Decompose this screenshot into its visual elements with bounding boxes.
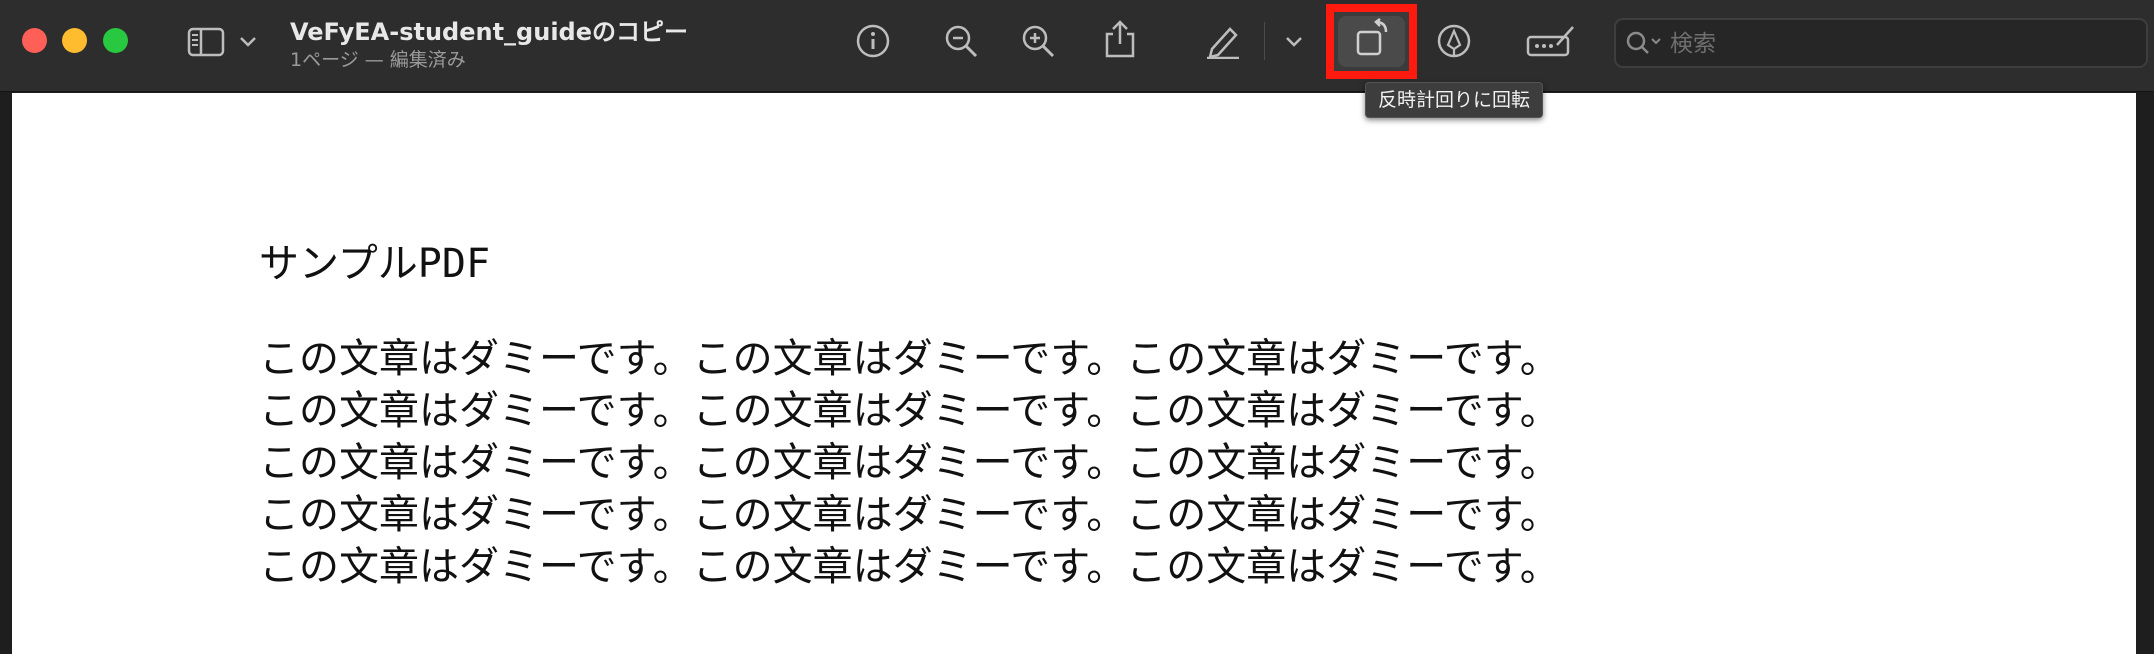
pdf-text-line: この文章はダミーです。この文章はダミーです。この文章はダミーです。	[259, 544, 1560, 590]
pdf-page[interactable]: サンプルPDF この文章はダミーです。この文章はダミーです。この文章はダミーです…	[12, 93, 2136, 654]
document-title[interactable]: VeFyEA-student_guideのコピー	[290, 12, 688, 47]
rotate-left-button[interactable]	[1350, 16, 1394, 60]
search-options-button[interactable]	[1624, 28, 1664, 58]
search-field[interactable]	[1614, 18, 2148, 68]
form-fill-button[interactable]	[1524, 20, 1578, 62]
pdf-text-line: この文章はダミーです。この文章はダミーです。この文章はダミーです。	[259, 336, 1560, 382]
rotate-left-tooltip: 反時計回りに回転	[1365, 82, 1544, 118]
pen-circle-icon	[1437, 24, 1471, 58]
pdf-text-line: この文章はダミーです。この文章はダミーです。この文章はダミーです。	[259, 440, 1560, 486]
sidebar-menu-button[interactable]	[236, 30, 260, 54]
zoom-out-button[interactable]	[940, 20, 982, 62]
sidebar-toggle-button[interactable]	[186, 24, 226, 60]
search-input[interactable]	[1668, 26, 2132, 62]
share-icon	[1105, 20, 1135, 58]
toolbar-divider	[1264, 22, 1265, 60]
pdf-text-line: この文章はダミーです。この文章はダミーです。この文章はダミーです。	[259, 492, 1560, 538]
window-minimize-button[interactable]	[62, 28, 87, 53]
search-icon	[1626, 31, 1661, 54]
rotate-left-icon	[1356, 18, 1388, 56]
window-zoom-button[interactable]	[103, 28, 128, 53]
zoom-in-icon	[1022, 25, 1055, 58]
window-edge	[2136, 93, 2154, 654]
window-close-button[interactable]	[22, 28, 47, 53]
pencil-icon	[1207, 27, 1239, 59]
markup-button[interactable]	[1202, 20, 1244, 62]
chevron-down-icon	[240, 37, 256, 47]
zoom-out-icon	[945, 25, 978, 58]
markup-menu-button[interactable]	[1282, 30, 1306, 54]
pdf-text-line: この文章はダミーです。この文章はダミーです。この文章はダミーです。	[259, 388, 1560, 434]
chevron-down-icon	[1286, 37, 1302, 47]
share-button[interactable]	[1099, 16, 1141, 62]
window-toolbar: VeFyEA-student_guideのコピー 1ページ — 編集済み	[0, 0, 2154, 92]
pdf-body-text: この文章はダミーです。この文章はダミーです。この文章はダミーです。 この文章はダ…	[259, 333, 1560, 593]
pdf-heading: サンプルPDF	[259, 241, 491, 287]
form-fill-icon	[1526, 26, 1574, 57]
document-status: 1ページ — 編集済み	[290, 49, 466, 71]
info-icon	[856, 24, 890, 58]
info-button[interactable]	[852, 20, 894, 62]
annotate-button[interactable]	[1433, 20, 1475, 62]
zoom-in-button[interactable]	[1017, 20, 1059, 62]
sidebar-icon	[187, 27, 225, 57]
